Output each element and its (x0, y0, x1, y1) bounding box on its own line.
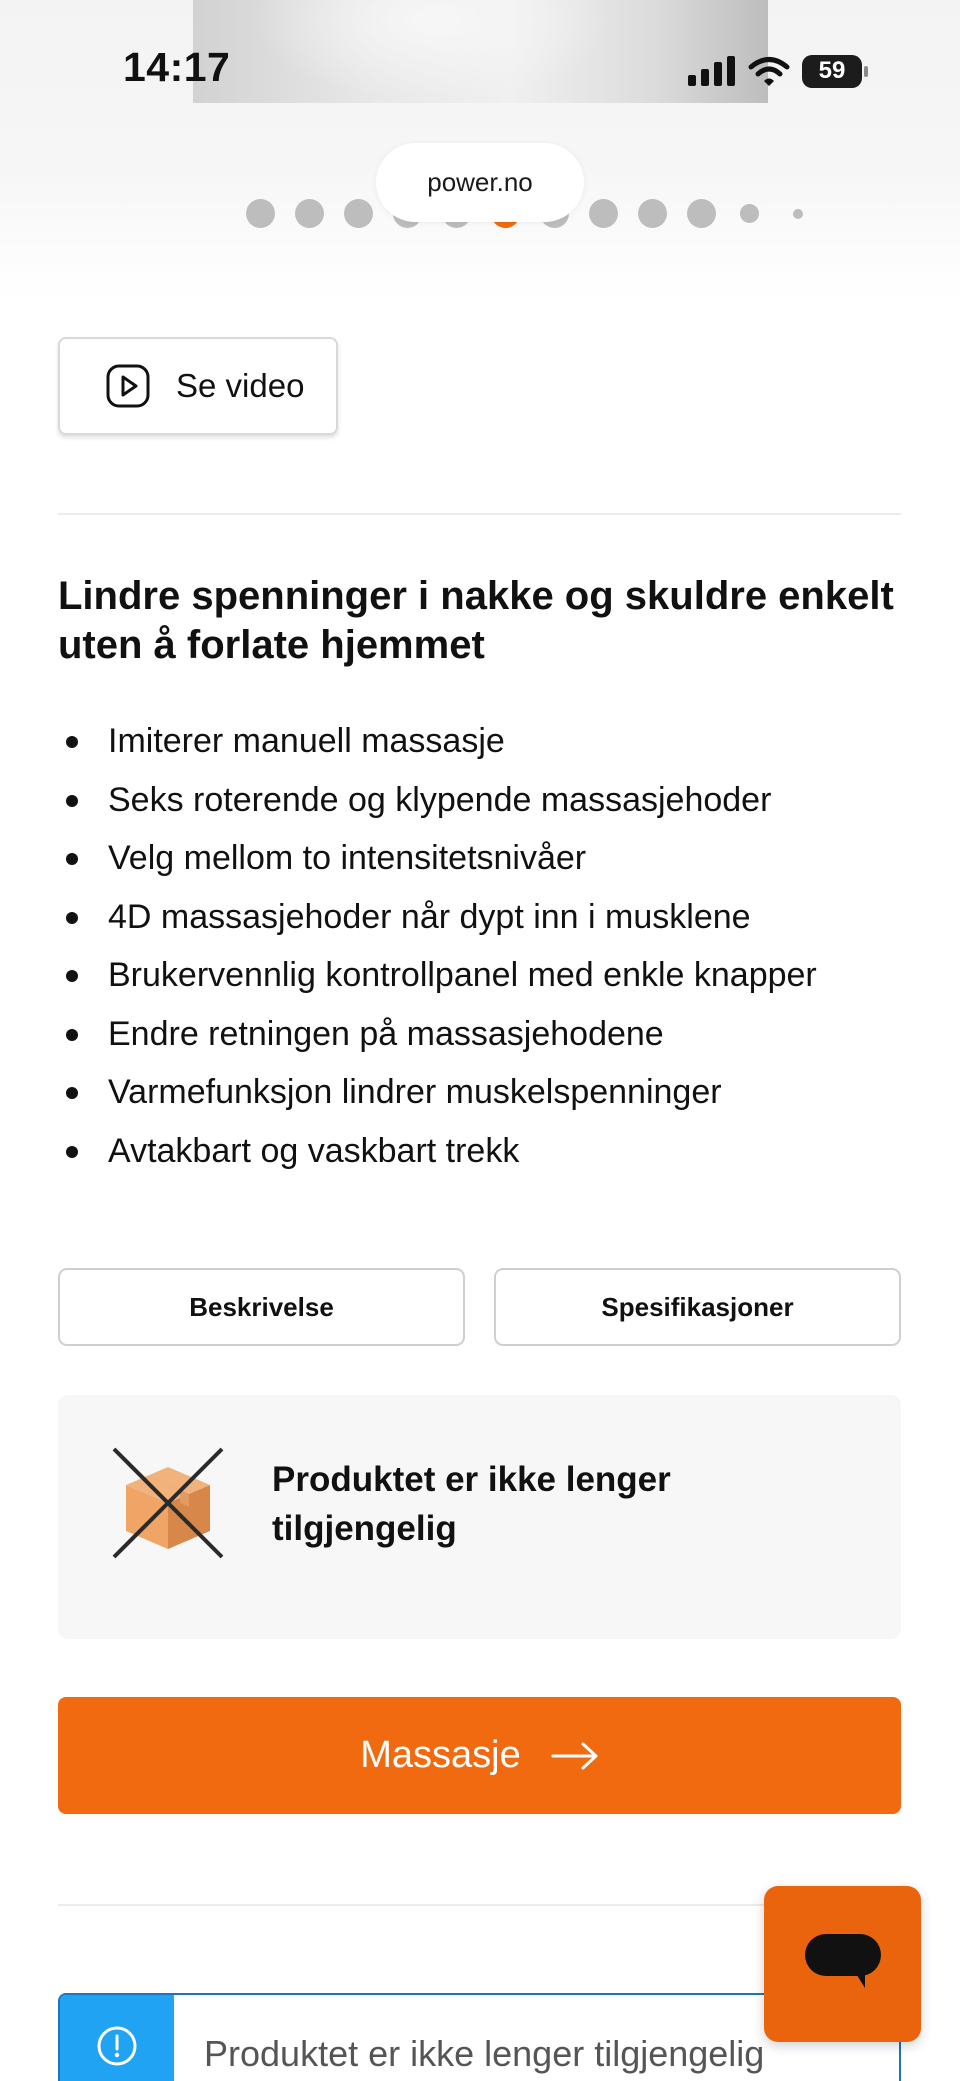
massage-category-label: Massasje (360, 1734, 521, 1776)
see-video-button[interactable]: Se video (58, 337, 338, 435)
product-image[interactable] (193, 0, 768, 103)
feature-item: Seks roterende og klypende massasjehoder (58, 771, 918, 830)
feature-item: Imiterer manuell massasje (58, 712, 918, 771)
feature-item: Avtakbart og vaskbart trekk (58, 1122, 918, 1181)
feature-item: Endre retningen på massasjehodene (58, 1005, 918, 1064)
play-icon (106, 364, 150, 408)
gallery-dot[interactable] (344, 199, 373, 228)
wifi-icon (748, 57, 790, 86)
info-alert-icon (97, 2026, 137, 2066)
notice-side-bar (60, 1995, 174, 2081)
description-button[interactable]: Beskrivelse (58, 1268, 465, 1346)
feature-item: Varmefunksjon lindrer muskelspenninger (58, 1063, 918, 1122)
chat-button[interactable] (764, 1886, 921, 2042)
feature-list: Imiterer manuell massasje Seks roterende… (58, 712, 918, 1180)
gallery-dot[interactable] (687, 199, 716, 228)
unavailable-card: Produktet er ikke lenger tilgjengelig (58, 1395, 901, 1639)
browser-url-bar[interactable]: power.no (376, 143, 584, 222)
url-text: power.no (427, 167, 533, 197)
gallery-dot[interactable] (793, 209, 803, 219)
unavailable-message: Produktet er ikke lenger tilgjengelig (272, 1460, 671, 1548)
feature-item: Velg mellom to intensitetsnivåer (58, 829, 918, 888)
product-headline: Lindre spenninger i nakke og skuldre enk… (58, 574, 894, 667)
chat-bubble-icon (804, 1934, 881, 1988)
unavailable-box-icon (112, 1447, 224, 1559)
gallery-dot[interactable] (740, 204, 759, 223)
gallery-dot[interactable] (246, 199, 275, 228)
battery-indicator: 59 (802, 54, 868, 88)
see-video-label: Se video (176, 367, 305, 404)
gallery-dot[interactable] (638, 199, 667, 228)
status-time: 14:17 (123, 44, 231, 90)
feature-item: 4D massasjehoder når dypt inn i musklene (58, 888, 918, 947)
feature-item: Brukervennlig kontrollpanel med enkle kn… (58, 946, 838, 1005)
signal-icon (688, 56, 735, 86)
notice-text: Produktet er ikke lenger tilgjengelig (204, 2033, 765, 2074)
gallery-dot[interactable] (295, 199, 324, 228)
status-icons: 59 (688, 48, 868, 94)
battery-level: 59 (818, 57, 846, 84)
specifications-button[interactable]: Spesifikasjoner (494, 1268, 901, 1346)
gallery-dot[interactable] (589, 199, 618, 228)
arrow-right-icon (551, 1742, 598, 1769)
massage-category-button[interactable]: Massasje (58, 1697, 901, 1814)
section-divider (58, 513, 901, 515)
